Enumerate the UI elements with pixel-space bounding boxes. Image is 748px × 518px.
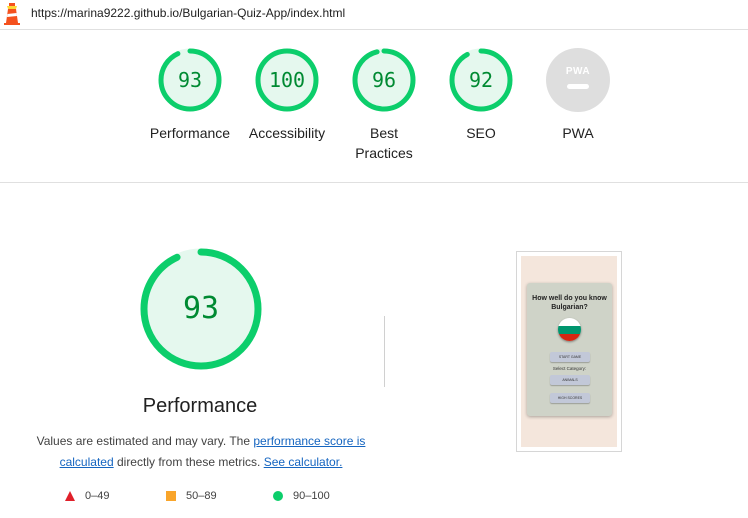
- pwa-badge-icon: PWA: [546, 48, 610, 112]
- start-game-button: START GAME: [550, 352, 590, 362]
- gauge-accessibility[interactable]: 100 Accessibility: [239, 47, 335, 143]
- score-description: Values are estimated and may vary. The p…: [30, 431, 372, 473]
- square-average-icon: [166, 491, 176, 501]
- high-scores-button: HIGH SCORES: [550, 393, 590, 403]
- gauge-performance[interactable]: 93 Performance: [142, 47, 238, 143]
- svg-text:PWA: PWA: [566, 66, 590, 77]
- quiz-card: How well do you know Bulgarian? START GA…: [527, 283, 612, 416]
- section-title: Performance: [142, 395, 258, 417]
- gauge-label: PWA: [562, 125, 594, 141]
- circle-pass-icon: [273, 491, 283, 501]
- page-url[interactable]: https://marina9222.github.io/Bulgarian-Q…: [31, 6, 345, 20]
- gauge-score: 93: [177, 68, 203, 92]
- divider: [384, 316, 385, 387]
- gauge-label: SEO: [466, 125, 496, 141]
- gauge-score: 92: [468, 68, 494, 92]
- category-select: ANIMALS: [550, 375, 590, 385]
- gauge-label: Best Practices: [355, 125, 413, 161]
- gauge-pwa[interactable]: PWA PWA: [530, 47, 626, 143]
- see-calculator-link[interactable]: See calculator.: [264, 455, 343, 469]
- gauge-best-practices[interactable]: 96 Best Practices: [336, 47, 432, 163]
- gauge-seo[interactable]: 92 SEO: [433, 47, 529, 143]
- category-select-value: ANIMALS: [562, 378, 578, 382]
- legend-range: 0–49: [85, 490, 110, 502]
- url-bar: https://marina9222.github.io/Bulgarian-Q…: [0, 0, 748, 30]
- big-gauge-score: 93: [182, 291, 220, 326]
- legend-range: 90–100: [293, 490, 330, 502]
- gauge-score: 100: [268, 68, 306, 92]
- screenshot-page: How well do you know Bulgarian? START GA…: [521, 256, 617, 447]
- quiz-title: How well do you know Bulgarian?: [532, 295, 607, 311]
- performance-big-gauge: 93: [139, 247, 263, 371]
- gauge-label: Accessibility: [248, 125, 326, 141]
- description-text: directly from these metrics.: [113, 455, 264, 469]
- description-text: Values are estimated and may vary. The: [36, 434, 254, 448]
- triangle-fail-icon: [65, 491, 75, 501]
- category-gauges: 93 Performance 100 Accessibility 96 Best…: [0, 31, 748, 183]
- select-category-label: Select Category:: [552, 366, 587, 371]
- legend-range: 50–89: [186, 490, 217, 502]
- gauge-label: Performance: [149, 125, 231, 141]
- gauge-score: 96: [371, 68, 397, 92]
- bulgarian-flag-icon: [558, 318, 581, 341]
- lighthouse-logo-icon: [4, 3, 20, 25]
- final-screenshot[interactable]: How well do you know Bulgarian? START GA…: [516, 251, 622, 452]
